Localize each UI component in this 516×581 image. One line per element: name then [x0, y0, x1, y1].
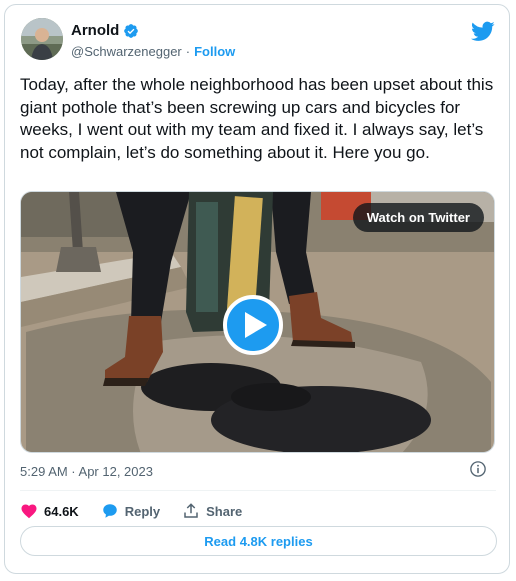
info-icon[interactable]: [469, 460, 487, 478]
share-icon: [184, 503, 198, 518]
tweet-video[interactable]: Watch on Twitter: [20, 191, 495, 453]
author-handle-row: @Schwarzenegger · Follow: [71, 44, 235, 59]
share-label: Share: [206, 503, 243, 519]
watch-on-twitter-button[interactable]: Watch on Twitter: [352, 203, 484, 232]
reply-label: Reply: [124, 503, 161, 519]
verified-badge-icon: [123, 23, 139, 39]
avatar-photo: [21, 18, 63, 60]
heart-icon: [21, 504, 37, 519]
author-avatar[interactable]: [21, 18, 63, 60]
author-display-name[interactable]: Arnold: [71, 22, 119, 39]
play-button[interactable]: [223, 295, 283, 355]
author-handle[interactable]: @Schwarzenegger: [71, 44, 182, 59]
follow-button[interactable]: Follow: [194, 44, 235, 59]
like-count: 64.6K: [44, 503, 79, 519]
play-icon: [244, 312, 267, 338]
divider: [20, 490, 496, 491]
twitter-bird-icon[interactable]: [471, 19, 495, 43]
tweet-timestamp[interactable]: 5:29 AM · Apr 12, 2023: [20, 464, 153, 479]
separator-dot: ·: [185, 44, 191, 59]
tweet-card: Arnold @Schwarzenegger · Follow Today, a…: [4, 4, 510, 574]
author-name-row: Arnold: [71, 22, 139, 39]
reply-bubble-icon: [102, 504, 117, 518]
read-replies-button[interactable]: Read 4.8K replies: [20, 526, 497, 556]
like-button[interactable]: 64.6K: [20, 502, 79, 520]
tweet-actions: 64.6K Reply Share: [20, 498, 264, 524]
tweet-text: Today, after the whole neighborhood has …: [20, 75, 494, 162]
share-button[interactable]: Share: [182, 502, 242, 520]
reply-button[interactable]: Reply: [101, 502, 160, 520]
